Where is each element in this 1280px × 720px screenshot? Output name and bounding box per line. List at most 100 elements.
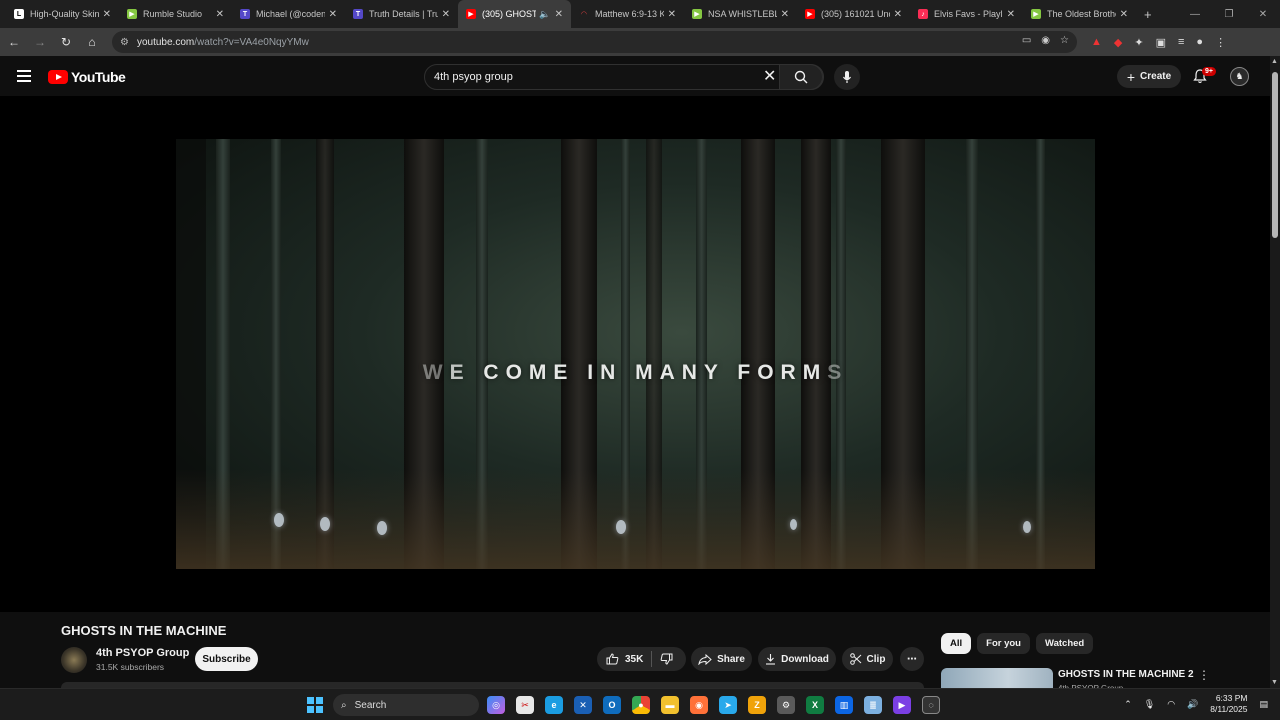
account-avatar[interactable]: ♞ (1230, 67, 1249, 86)
tray-mic-icon[interactable]: 🎙 (1144, 699, 1155, 710)
minimize-icon[interactable]: — (1178, 0, 1212, 28)
tab-close-icon[interactable]: ✕ (216, 9, 224, 20)
channel-avatar[interactable] (61, 647, 87, 673)
browser-tab[interactable]: T Truth Details | Trut ✕ (345, 0, 458, 28)
tab-close-icon[interactable]: ✕ (894, 9, 902, 20)
browser-tab[interactable]: ♪ Elvis Favs - Playlis ✕ (910, 0, 1023, 28)
tab-audio-icon[interactable]: 🔈 (539, 9, 550, 20)
tab-close-icon[interactable]: ✕ (1007, 9, 1015, 20)
notifications-center-icon[interactable]: ▤ (1259, 699, 1268, 710)
recorder-icon[interactable]: ◌ (922, 696, 940, 714)
scrollbar-thumb[interactable] (1272, 72, 1278, 238)
tab-close-icon[interactable]: ✕ (103, 9, 111, 20)
tab-title: High-Quality Skin (30, 9, 99, 19)
create-button[interactable]: + Create (1117, 65, 1181, 88)
volume-icon[interactable]: 🔊 (1187, 699, 1198, 710)
trello-icon[interactable]: ▥ (835, 696, 853, 714)
related-video-thumbnail[interactable] (941, 668, 1053, 688)
scroll-up-icon[interactable]: ▲ (1271, 58, 1278, 65)
related-more-icon[interactable]: ⋮ (1198, 668, 1210, 682)
tab-close-icon[interactable]: ✕ (781, 9, 789, 20)
settings-gear-icon[interactable]: ⚙ (777, 696, 795, 714)
menu-hamburger-icon[interactable] (17, 70, 31, 82)
outlook-icon[interactable]: O (603, 696, 621, 714)
page-scrollbar[interactable]: ▲ ▼ (1270, 56, 1280, 688)
tracking-eye-icon[interactable]: ◉ (1041, 35, 1050, 46)
excel-icon[interactable]: X (806, 696, 824, 714)
close-window-icon[interactable]: ✕ (1246, 0, 1280, 28)
chip-all[interactable]: All (941, 633, 972, 654)
chrome-icon[interactable]: ● (632, 696, 650, 714)
video-caption: WE COME IN MANY FORMS (176, 361, 1095, 385)
zeta-app-icon[interactable]: Z (748, 696, 766, 714)
chip-watched[interactable]: Watched (1035, 633, 1094, 654)
browser-tab[interactable]: ◠ Matthew 6:9-13 K ✕ (571, 0, 684, 28)
youtube-logo[interactable]: YouTube (48, 69, 126, 85)
profile-icon[interactable]: ● (1196, 36, 1203, 48)
more-actions-button[interactable]: ⋯ (900, 647, 924, 671)
browser-menu-icon[interactable]: ⋮ (1215, 36, 1226, 49)
like-button[interactable]: 35K (597, 651, 652, 667)
extensions-puzzle-icon[interactable]: ✦ (1134, 36, 1143, 49)
notepad-icon[interactable]: ≣ (864, 696, 882, 714)
related-video-title[interactable]: GHOSTS IN THE MACHINE 2 (1058, 669, 1194, 680)
chip-for-you[interactable]: For you (977, 633, 1030, 654)
thumbs-up-icon (606, 653, 619, 665)
browser-tab[interactable]: T Michael (@coden ✕ (232, 0, 345, 28)
media-controls-icon[interactable]: ≡ (1178, 36, 1184, 48)
tab-close-icon[interactable]: ✕ (442, 9, 450, 20)
telegram-icon[interactable]: ➤ (719, 696, 737, 714)
download-button[interactable]: Download (758, 647, 836, 671)
browser-tab[interactable]: ▶ (305) 161021 Uncl ✕ (797, 0, 910, 28)
tray-chevron-icon[interactable]: ⌃ (1124, 699, 1132, 710)
clear-search-icon[interactable]: ✕ (763, 68, 776, 86)
firefox-icon[interactable]: ◉ (690, 696, 708, 714)
sidepanel-icon[interactable]: ▣ (1156, 36, 1166, 49)
tab-title: Elvis Favs - Playlis (934, 9, 1003, 19)
edge-icon[interactable]: e (545, 696, 563, 714)
browser-tab[interactable]: L High-Quality Skin ✕ (6, 0, 119, 28)
search-button[interactable] (779, 64, 823, 90)
tab-close-icon[interactable]: ✕ (555, 9, 563, 20)
file-explorer-icon[interactable]: ▬ (661, 696, 679, 714)
x-app-icon[interactable]: ✕ (574, 696, 592, 714)
clip-button[interactable]: Clip (842, 647, 893, 671)
back-icon[interactable]: ← (2, 35, 26, 49)
home-icon[interactable]: ⌂ (80, 35, 104, 49)
clipchamp-icon[interactable]: ▶ (893, 696, 911, 714)
window-controls: — ❐ ✕ (1178, 0, 1280, 28)
scroll-down-icon[interactable]: ▼ (1271, 679, 1278, 686)
tab-close-icon[interactable]: ✕ (1120, 9, 1128, 20)
cast-icon[interactable]: ▭ (1022, 35, 1031, 46)
browser-tab[interactable]: ▶ The Oldest Brothe ✕ (1023, 0, 1136, 28)
subscribe-button[interactable]: Subscribe (195, 647, 258, 671)
video-frame[interactable]: WE COME IN MANY FORMS (176, 139, 1095, 569)
copilot-icon[interactable]: ◎ (487, 696, 505, 714)
search-input[interactable] (434, 69, 754, 85)
video-player[interactable]: WE COME IN MANY FORMS (0, 96, 1270, 612)
tab-close-icon[interactable]: ✕ (668, 9, 676, 20)
tab-close-icon[interactable]: ✕ (329, 9, 337, 20)
dislike-button[interactable] (652, 653, 673, 665)
new-tab-button[interactable]: + (1144, 7, 1152, 22)
forward-icon[interactable]: → (28, 35, 52, 49)
site-info-icon[interactable]: ⚙ (120, 37, 129, 48)
voice-search-button[interactable] (834, 64, 860, 90)
url-bar[interactable]: ⚙ youtube.com/watch?v=VA4e0NqyYMw ▭ ◉ ☆ (112, 31, 1077, 53)
channel-name[interactable]: 4th PSYOP Group (96, 647, 189, 659)
windows-start-icon[interactable] (307, 697, 323, 713)
extension-a-icon[interactable]: ▲ (1091, 36, 1102, 48)
bookmark-star-icon[interactable]: ☆ (1060, 35, 1069, 46)
browser-tab[interactable]: ▶ Rumble Studio ✕ (119, 0, 232, 28)
snipping-tool-icon[interactable]: ✂ (516, 696, 534, 714)
wifi-icon[interactable]: ◠ (1167, 699, 1175, 710)
extension-pdf-icon[interactable]: ◆ (1114, 36, 1122, 49)
share-button[interactable]: Share (691, 647, 752, 671)
reload-icon[interactable]: ↻ (54, 35, 78, 49)
system-clock[interactable]: 6:33 PM 8/11/2025 (1210, 693, 1247, 715)
restore-icon[interactable]: ❐ (1212, 0, 1246, 28)
browser-tab[interactable]: ▶ NSA WHISTLEBLO ✕ (684, 0, 797, 28)
taskbar-search[interactable]: ⌕ Search (333, 694, 479, 716)
taskbar-search-icon: ⌕ (341, 699, 347, 711)
browser-tab[interactable]: ▶ (305) GHOSTS🔈 ✕ (458, 0, 571, 28)
